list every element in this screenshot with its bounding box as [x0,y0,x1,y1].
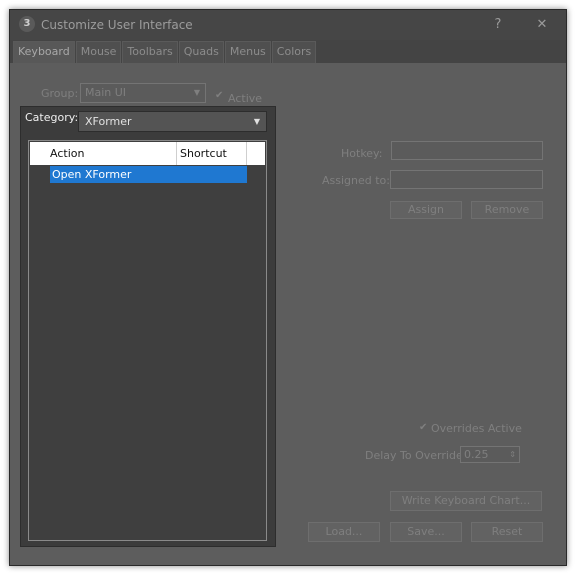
delay-override-spinner[interactable]: 0.25 ⇕ [460,446,520,463]
save-button[interactable]: Save... [390,522,462,542]
spinner-arrows-icon: ⇕ [509,450,516,459]
assigned-to-field[interactable] [390,170,543,189]
category-value: XFormer [85,115,132,128]
delay-override-value: 0.25 [464,448,489,461]
actions-list[interactable]: Action Shortcut Open XFormer [28,140,267,541]
tab-colors[interactable]: Colors [271,41,317,63]
group-dropdown[interactable]: Main UI ▼ [80,83,206,103]
tab-menus[interactable]: Menus [224,41,271,63]
tab-quads[interactable]: Quads [178,41,224,63]
column-header-action[interactable]: Action [50,147,84,160]
column-divider [246,142,247,165]
write-keyboard-chart-button[interactable]: Write Keyboard Chart... [390,491,542,511]
assigned-to-label: Assigned to: [322,174,390,187]
overrides-active-checkbox[interactable]: ✔ [419,422,427,433]
remove-button[interactable]: Remove [471,201,543,219]
hotkey-label: Hotkey: [341,147,383,160]
active-checkbox[interactable]: ✔ [215,90,223,101]
chevron-down-icon: ▼ [193,88,200,97]
close-button[interactable]: ✕ [528,13,556,37]
group-label: Group: [41,87,79,100]
tab-toolbars[interactable]: Toolbars [122,41,178,63]
category-dropdown[interactable]: XFormer ▼ [78,111,267,132]
category-label: Category: [25,111,79,124]
group-value: Main UI [85,86,127,99]
hotkey-input[interactable] [391,141,543,160]
tab-mouse[interactable]: Mouse [75,41,122,63]
help-button[interactable]: ? [484,13,512,37]
category-popup: Category: XFormer ▼ Action Shortcut Open… [20,106,276,547]
action-cell: Open XFormer [52,168,132,181]
overrides-active-label: Overrides Active [431,422,522,435]
chevron-down-icon: ▼ [253,117,260,126]
column-header-shortcut[interactable]: Shortcut [180,147,227,160]
reset-button[interactable]: Reset [471,522,543,542]
actions-list-header: Action Shortcut [30,142,265,165]
tab-strip: Keyboard Mouse Toolbars Quads Menus Colo… [13,41,317,63]
app-icon: 3 [19,16,35,32]
active-label: Active [228,92,263,105]
column-divider [176,142,177,165]
window-title: Customize User Interface [41,18,193,32]
table-row[interactable]: Open XFormer [50,166,247,183]
tab-keyboard[interactable]: Keyboard [13,41,75,63]
title-bar: 3 Customize User Interface ? ✕ [10,10,566,40]
delay-override-label: Delay To Override: [365,449,467,462]
load-button[interactable]: Load... [308,522,380,542]
assign-button[interactable]: Assign [390,201,462,219]
